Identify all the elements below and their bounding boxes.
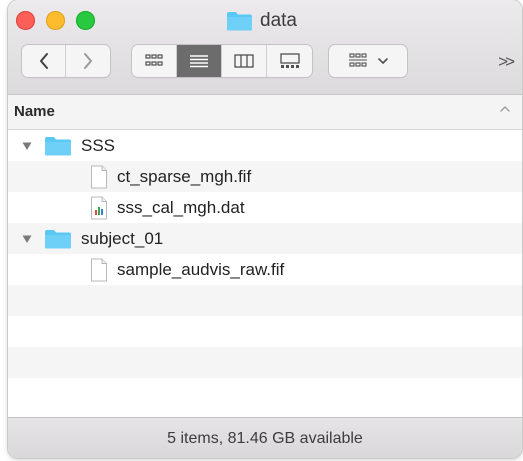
file-name: SSS xyxy=(81,135,116,155)
status-bar: 5 items, 81.46 GB available xyxy=(8,417,522,458)
empty-row xyxy=(8,285,522,316)
chevron-down-icon xyxy=(378,58,388,64)
toolbar-overflow-button[interactable]: >> xyxy=(498,52,515,72)
status-text: 5 items, 81.46 GB available xyxy=(167,429,363,447)
list-item[interactable]: ct_sparse_mgh.fif xyxy=(8,161,522,192)
column-header-label: Name xyxy=(14,103,55,120)
window-title-text: data xyxy=(260,10,297,31)
group-by-button[interactable] xyxy=(329,45,407,77)
chevron-left-icon xyxy=(39,53,48,69)
column-view-button[interactable] xyxy=(222,45,267,77)
group-by-segment[interactable] xyxy=(329,45,407,77)
column-view-icon xyxy=(234,54,254,68)
file-name: ct_sparse_mgh.fif xyxy=(117,166,252,186)
icon-view-button[interactable] xyxy=(132,45,177,77)
folder-icon xyxy=(45,136,71,155)
forward-button[interactable] xyxy=(66,45,110,77)
group-by-icon xyxy=(349,53,367,67)
file-name: subject_01 xyxy=(81,228,164,248)
gallery-view-icon xyxy=(279,53,300,68)
close-window-button[interactable] xyxy=(16,11,35,30)
column-header-name[interactable]: Name xyxy=(8,95,522,130)
window-title: data xyxy=(226,9,297,33)
list-view-button[interactable] xyxy=(177,45,222,77)
document-icon xyxy=(91,258,107,281)
list-item[interactable]: sample_audvis_raw.fif xyxy=(8,254,522,285)
disclosure-triangle-icon[interactable] xyxy=(22,141,32,151)
back-button[interactable] xyxy=(22,45,66,77)
empty-row xyxy=(8,316,522,347)
list-item[interactable]: subject_01 xyxy=(8,223,522,254)
empty-row xyxy=(8,347,522,378)
nav-button-group xyxy=(22,45,110,77)
minimize-window-button[interactable] xyxy=(46,11,65,30)
gallery-view-button[interactable] xyxy=(267,45,312,77)
file-name: sample_audvis_raw.fif xyxy=(117,259,285,279)
title-toolbar: data >> xyxy=(8,0,522,95)
file-name: sss_cal_mgh.dat xyxy=(117,197,245,217)
list-view-icon xyxy=(190,55,208,68)
document-icon xyxy=(91,165,107,188)
data-file-icon xyxy=(91,196,107,219)
finder-window: data >> Name SSS ct_sparse_mgh.fif sss_c… xyxy=(8,0,522,458)
sort-ascending-icon xyxy=(500,106,510,112)
folder-icon xyxy=(45,229,71,248)
file-list: SSS ct_sparse_mgh.fif sss_cal_mgh.dat su… xyxy=(8,130,522,417)
disclosure-triangle-icon[interactable] xyxy=(22,234,32,244)
view-mode-group xyxy=(132,45,312,77)
list-item[interactable]: SSS xyxy=(8,130,522,161)
folder-icon xyxy=(227,12,252,31)
empty-row xyxy=(8,378,522,409)
icon-view-icon xyxy=(145,54,163,66)
list-item[interactable]: sss_cal_mgh.dat xyxy=(8,192,522,223)
chevron-right-icon xyxy=(84,53,92,69)
maximize-window-button[interactable] xyxy=(76,11,95,30)
